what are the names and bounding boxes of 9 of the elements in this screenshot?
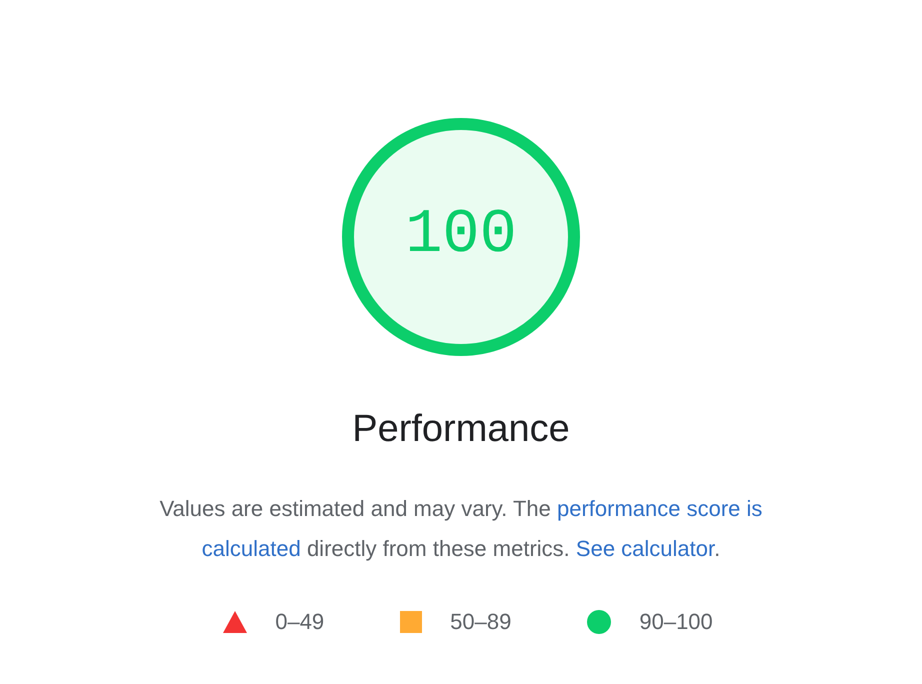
description-text: Values are estimated and may vary. The performance score is calculated directly from these metrics. See calculator. — [158, 495, 764, 563]
legend-range: 0–49 — [275, 609, 324, 635]
category-title: Performance — [352, 408, 570, 451]
legend-range: 50–89 — [450, 609, 512, 635]
legend-range: 90–100 — [639, 609, 713, 635]
link[interactable]: performance score is — [557, 496, 762, 521]
link[interactable]: See calculator — [576, 536, 714, 561]
link[interactable]: calculated — [202, 536, 301, 561]
score-value: 100 — [405, 198, 517, 270]
